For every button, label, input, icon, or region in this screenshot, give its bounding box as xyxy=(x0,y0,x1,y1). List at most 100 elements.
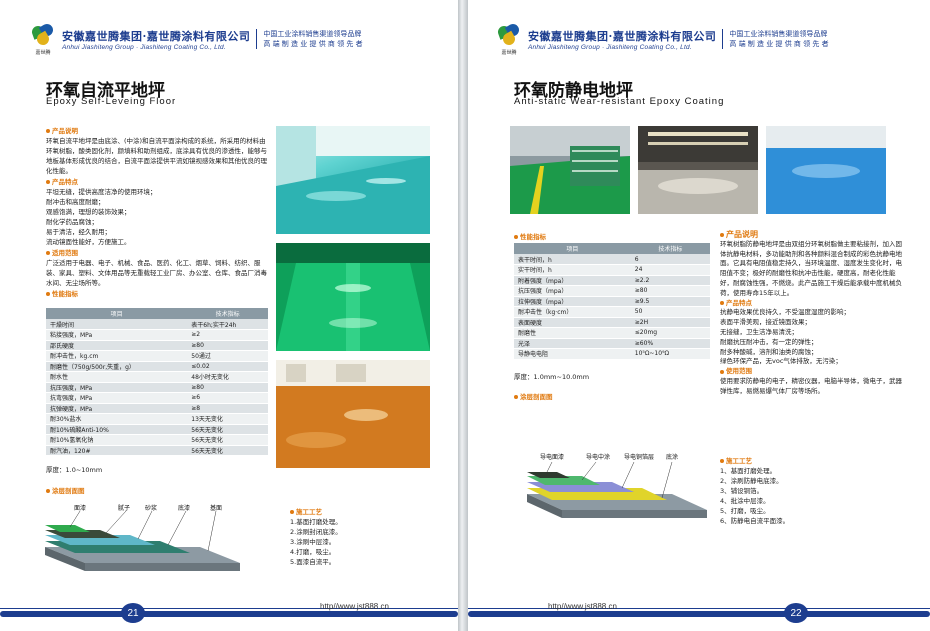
table-row: 邵氏硬度 ≥80 xyxy=(46,340,268,351)
table-cell: ≤20mg xyxy=(630,327,710,339)
page-number: 22 xyxy=(784,603,808,623)
table-cell: ≥80 xyxy=(630,285,710,297)
list-item: 表面平滑美观，接近镜面效果； xyxy=(720,318,811,327)
list-item: 3、铺设铜箔。 xyxy=(720,487,764,495)
page-title-en: Epoxy Self-Leveing Floor xyxy=(46,96,177,107)
table-cell: 抗压强度（mpa） xyxy=(514,285,631,297)
table-cell: 邵氏硬度 xyxy=(46,340,188,351)
section-heading: 施工工艺 xyxy=(720,456,870,466)
layer-label: 导电中涂 xyxy=(586,454,611,461)
spec-heading-wrap: 性能指标 xyxy=(514,232,546,242)
table-row: 抗弹硬度，MPa ≥8 xyxy=(46,403,268,414)
layer-label: 导电铜箔层 xyxy=(624,454,655,461)
table-row: 抗压强度，MPa ≥80 xyxy=(46,382,268,393)
list-item: 流动镜面性能好，方便施工。 xyxy=(46,238,131,246)
table-cell: 抗压强度，MPa xyxy=(46,382,188,393)
footer-line xyxy=(0,608,458,609)
footer-bar xyxy=(468,611,930,617)
table-cell: 实干时间，h xyxy=(514,264,631,276)
table-cell: 56天无变化 xyxy=(187,434,268,446)
list-item: 1.基面打磨处理。 xyxy=(290,518,342,526)
company-name-cn: 安徽嘉世腾集团·嘉世腾涂料有限公司 xyxy=(528,29,717,43)
slogan-1: 中国工业涂料销售渠道领导品牌 xyxy=(729,30,828,38)
table-cell: ≥60% xyxy=(630,338,710,349)
table-cell: 耐30%盐水 xyxy=(46,413,188,425)
slogan-1: 中国工业涂料销售渠道领导品牌 xyxy=(263,30,362,38)
construction-steps-right: 施工工艺 1、基面打磨处理。 2、涂刷防静电底漆。 3、铺设铜箔。 4、批涂中层… xyxy=(720,456,870,526)
table-cell: ≥2 xyxy=(187,329,268,341)
feature-list: 平坦无缝，提供高度洁净的使用环境； 耐冲击和高度耐磨； 观感饱满，理想的装饰效果… xyxy=(46,187,268,247)
table-cell: 抗弯强度，MPa xyxy=(46,392,188,404)
table-cell: 耐冲击性，kg.cm xyxy=(46,350,188,362)
application-text: 广泛适用于电器、电子、机械、食品、医药、化工、烟草、饲料、纺织、服装、家具、塑料… xyxy=(46,259,267,287)
table-row: 实干时间，h 24 xyxy=(514,264,710,276)
table-cell: 耐冲击性（kg·cm） xyxy=(514,306,631,318)
list-item: 平坦无缝，提供高度洁净的使用环境； xyxy=(46,188,157,196)
layer-label: 面漆 xyxy=(74,505,87,512)
table-row: 抗弯强度，MPa ≥6 xyxy=(46,392,268,404)
table-row: 干燥时间 表干6h;实干24h xyxy=(46,319,268,330)
table-cell: 粘接强度，MPa xyxy=(46,329,188,341)
table-row: 抗压强度（mpa） ≥80 xyxy=(514,285,710,297)
table-cell: 6 xyxy=(630,254,710,265)
table-row: 耐水性 48小时无变化 xyxy=(46,371,268,383)
section-heading: 施工工艺 xyxy=(290,507,410,517)
construction-steps-left: 施工工艺 1.基面打磨处理。 2.涂刷封闭底漆。 3.涂刷中层漆。 4.打磨，吸… xyxy=(290,507,410,567)
section-heading: 产品特点 xyxy=(46,177,268,187)
footer-bar xyxy=(0,611,458,617)
table-row: 耐汽油，120# 56天无变化 xyxy=(46,445,268,456)
photo-teal-floor-art xyxy=(276,126,430,234)
table-cell: 表干6h;实干24h xyxy=(187,319,268,330)
table-cell: ≥8 xyxy=(187,403,268,414)
header-right: 嘉世腾 安徽嘉世腾集团·嘉世腾涂料有限公司 Anhui Jiashiteng G… xyxy=(496,21,829,56)
table-cell: 50通过 xyxy=(187,350,268,362)
table-cell: ≤0.02 xyxy=(187,361,268,372)
photo-orange-floor-art xyxy=(276,360,430,468)
table-header: 技术指标 xyxy=(187,308,268,319)
table-cell: 50 xyxy=(630,306,710,318)
table-cell: 耐10%氢氧化钠 xyxy=(46,434,188,446)
table-cell: 24 xyxy=(630,264,710,276)
table-header: 技术指标 xyxy=(630,243,710,254)
table-cell: ≥2.2 xyxy=(630,275,710,286)
list-item: 6、防静电自流平面漆。 xyxy=(720,517,790,525)
list-item: 观感饱满，理想的装饰效果； xyxy=(46,208,131,216)
layer-label: 砂浆 xyxy=(145,505,158,512)
table-cell: ≥80 xyxy=(187,382,268,393)
layer-label: 基面 xyxy=(210,505,223,512)
table-cell: 48小时无变化 xyxy=(187,371,268,383)
table-row: 耐冲击性（kg·cm） 50 xyxy=(514,306,710,318)
table-row: 耐磨性 ≤20mg xyxy=(514,327,710,339)
spread-gutter xyxy=(458,0,468,631)
footer-url: http//www.jst888.cn xyxy=(320,602,389,611)
table-cell: 拉伸强度（mpa） xyxy=(514,296,631,307)
photo-teal-floor xyxy=(276,126,430,234)
cross-section-heading-wrap: 涂层剖面图 xyxy=(514,392,553,402)
company-logo: 嘉世腾 xyxy=(496,21,522,56)
table-row: 导静电电阻 10⁵Ω~10⁹Ω xyxy=(514,348,710,360)
section-heading: 涂层剖面图 xyxy=(514,392,553,402)
table-cell: ≥9.5 xyxy=(630,296,710,307)
table-row: 耐30%盐水 13天无变化 xyxy=(46,413,268,425)
logo-text: 嘉世腾 xyxy=(501,50,517,56)
table-cell: 表干时间，h xyxy=(514,254,631,265)
list-item: 5、打磨，吸尘。 xyxy=(720,507,770,515)
cross-section-heading-wrap: 涂层剖面图 xyxy=(46,486,85,496)
list-item: 3.涂刷中层漆。 xyxy=(290,538,336,546)
table-row: 耐10%硫酸Anti-10% 56天无变化 xyxy=(46,424,268,435)
table-cell: 耐磨性 xyxy=(514,327,631,339)
description-text: 环氧自流平地坪是由底涂、(中涂)和自流平面涂构成的系统，所采用的材料由环氧树脂，… xyxy=(46,137,267,175)
layer-label: 腻子 xyxy=(118,505,131,512)
layer-diagram-right xyxy=(527,461,707,518)
footer-url: http//www.jst888.cn xyxy=(548,602,617,611)
page-left: 嘉世腾 安徽嘉世腾集团·嘉世腾涂料有限公司 Anhui Jiashiteng G… xyxy=(0,0,458,631)
usage-text: 使用要求防静电的电子，精密仪器，电脑半导体，微电子，武器弹性库，易燃易爆气体厂房… xyxy=(720,376,902,395)
table-row: 耐10%氢氧化钠 56天无变化 xyxy=(46,434,268,446)
product-description-right: 产品说明 环氧树脂防静电地坪是由双组分环氧树脂做主要粘接剂，加入固体抗静电材料，… xyxy=(720,230,904,397)
list-item: 1、基面打磨处理。 xyxy=(720,467,777,475)
section-heading: 使用范围 xyxy=(720,367,904,377)
table-cell: 抗弹硬度，MPa xyxy=(46,403,188,414)
layer-label: 底涂 xyxy=(666,454,679,461)
thickness-note: 厚度：1.0~10mm xyxy=(46,466,103,474)
table-cell: ≥6 xyxy=(187,392,268,404)
